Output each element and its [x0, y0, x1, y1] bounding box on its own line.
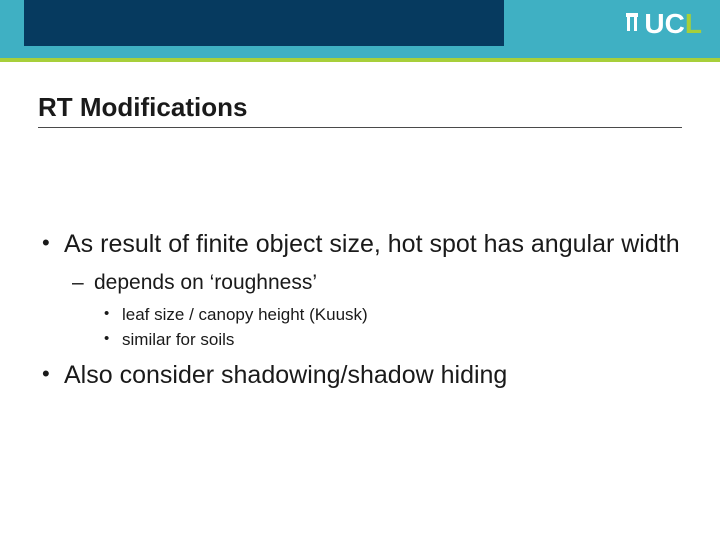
- ucl-logo: UCL: [625, 8, 702, 40]
- header-accent-line: [0, 58, 720, 62]
- list-item-text: similar for soils: [122, 330, 234, 349]
- bullet-list: As result of finite object size, hot spo…: [38, 228, 682, 392]
- list-item: As result of finite object size, hot spo…: [38, 228, 682, 353]
- portico-icon: [625, 13, 639, 35]
- bullet-list-lvl3: leaf size / canopy height (Kuusk) simila…: [94, 303, 682, 352]
- list-item: depends on ‘roughness’ leaf size / canop…: [64, 269, 682, 353]
- list-item-text: Also consider shadowing/shadow hiding: [64, 361, 507, 389]
- slide-title: RT Modifications: [38, 92, 682, 128]
- slide-content: RT Modifications As result of finite obj…: [0, 62, 720, 392]
- header-banner: UCL: [0, 0, 720, 62]
- bullet-list-lvl2: depends on ‘roughness’ leaf size / canop…: [64, 269, 682, 353]
- header-dark-strip: [24, 0, 504, 46]
- list-item-text: As result of finite object size, hot spo…: [64, 230, 680, 258]
- list-item: Also consider shadowing/shadow hiding: [38, 359, 682, 392]
- list-item: similar for soils: [94, 328, 682, 353]
- list-item-text: depends on ‘roughness’: [94, 271, 317, 294]
- logo-text: UCL: [644, 8, 702, 40]
- list-item: leaf size / canopy height (Kuusk): [94, 303, 682, 328]
- list-item-text: leaf size / canopy height (Kuusk): [122, 305, 368, 324]
